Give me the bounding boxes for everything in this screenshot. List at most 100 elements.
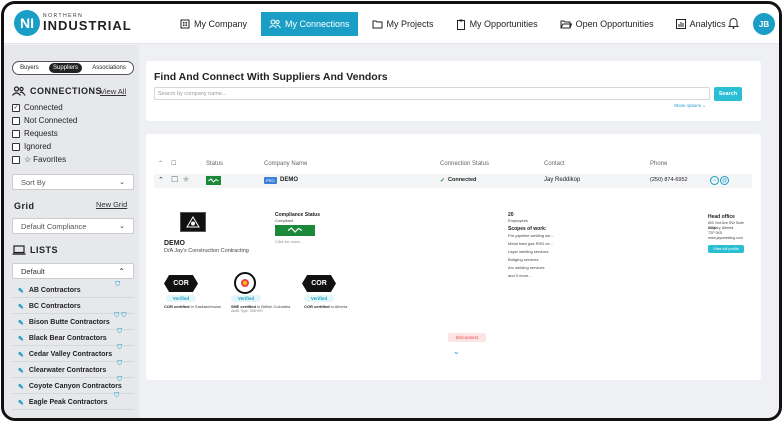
list-item[interactable]: ✎ Cedar Valley Contractors: [12, 348, 134, 362]
segment-suppliers[interactable]: Suppliers: [48, 63, 82, 73]
pencil-icon[interactable]: ✎: [18, 319, 24, 327]
star-icon[interactable]: ★: [182, 174, 190, 185]
row-checkbox[interactable]: ☐: [171, 175, 178, 184]
chart-icon: [675, 19, 686, 29]
shield-icon: ⛉: [114, 392, 120, 399]
checkbox[interactable]: [12, 142, 20, 151]
view-all-link[interactable]: View All: [100, 87, 126, 96]
list-item[interactable]: ✎ Black Bear Contractors: [12, 332, 134, 346]
header-phone[interactable]: Phone: [650, 161, 667, 167]
row-connection-status: Connected: [448, 177, 477, 183]
grid-select[interactable]: Default Compliance ⌄: [12, 218, 134, 234]
chevron-up-icon[interactable]: ⌃: [158, 176, 164, 184]
pro-badge: PRO: [264, 177, 277, 184]
click-more-link[interactable]: Click for more...: [275, 239, 303, 244]
shield-icon: ⛉ ⛉: [114, 312, 127, 319]
nav-label: Analytics: [689, 19, 726, 29]
chevron-down-icon: ⌄: [119, 179, 125, 186]
nav-my-company[interactable]: My Company: [172, 12, 255, 36]
pencil-icon[interactable]: ✎: [18, 335, 24, 343]
head-office-line: Calgary, Alberta: [708, 226, 734, 230]
logo[interactable]: NI NORTHERN INDUSTRIAL: [14, 10, 132, 36]
app-window: NI NORTHERN INDUSTRIAL My Company My Con…: [1, 1, 782, 421]
filter-connected[interactable]: ✓ Connected: [12, 103, 63, 112]
nav-label: Open Opportunities: [575, 19, 654, 29]
header-contact[interactable]: Contact: [544, 161, 565, 167]
laptop-icon: [12, 245, 26, 255]
nav-label: My Connections: [285, 19, 350, 29]
nav-label: My Projects: [386, 19, 434, 29]
scope-item: Bridging services: [508, 257, 539, 262]
new-grid-link[interactable]: New Grid: [96, 200, 127, 209]
page-title: Find And Connect With Suppliers And Vend…: [154, 71, 388, 83]
company-logo: [180, 212, 206, 232]
segment-associations[interactable]: Associations: [88, 63, 130, 73]
sidebar: Buyers Suppliers Associations CONNECTION…: [4, 45, 139, 418]
head-office-line: T2P 3K5: [708, 231, 722, 235]
chevron-up-icon: ⌃: [118, 266, 125, 276]
filter-not-connected[interactable]: Not Connected: [12, 116, 77, 125]
scope-item: Pre-pipeline welding ser...: [508, 233, 554, 238]
lists-select[interactable]: Default ⌃: [12, 263, 134, 279]
pencil-icon[interactable]: ✎: [18, 367, 24, 375]
nav-my-projects[interactable]: My Projects: [364, 12, 442, 36]
email-icon[interactable]: @: [720, 176, 729, 185]
row-contact[interactable]: Jay Reddikop: [544, 177, 580, 183]
cor-logo: COR: [164, 275, 198, 292]
folder-icon: [372, 20, 383, 29]
pencil-icon[interactable]: ✎: [18, 287, 24, 295]
segment-buyers[interactable]: Buyers: [16, 63, 43, 73]
scope-item: Layer welding services: [508, 249, 549, 254]
filter-ignored[interactable]: Ignored: [12, 142, 51, 151]
pencil-icon[interactable]: ✎: [18, 351, 24, 359]
head-office-website[interactable]: www.jayswelding.com: [708, 236, 743, 241]
filter-favorites[interactable]: ☆ Favorites: [12, 155, 66, 164]
compliance-handshake-icon[interactable]: [275, 225, 315, 236]
pencil-icon[interactable]: ✎: [18, 399, 24, 407]
nav-open-opportunities[interactable]: Open Opportunities: [552, 12, 662, 36]
folder-open-icon: [560, 20, 572, 29]
nav-my-connections[interactable]: My Connections: [261, 12, 358, 36]
she-logo: [234, 272, 256, 294]
remove-icon[interactable]: −: [710, 176, 719, 185]
header-connection-status[interactable]: Connection Status: [440, 161, 489, 167]
view-full-profile-button[interactable]: View full profile: [708, 245, 744, 253]
nav-label: My Company: [194, 19, 248, 29]
scope-more-link[interactable]: and 9 more...: [508, 273, 532, 278]
show-options-link[interactable]: Show options ⌄: [674, 103, 706, 109]
sort-up-icon[interactable]: ⌃: [158, 160, 163, 167]
shield-icon: ⛉: [117, 328, 123, 335]
nav-my-opportunities[interactable]: My Opportunities: [448, 12, 546, 36]
scope-item: Arc welding services: [508, 265, 545, 270]
bell-icon[interactable]: [728, 17, 739, 29]
avatar[interactable]: JB: [753, 13, 775, 35]
shield-icon: ⛉: [115, 281, 121, 288]
checkbox[interactable]: [12, 129, 20, 138]
top-nav: NI NORTHERN INDUSTRIAL My Company My Con…: [4, 4, 779, 44]
logo-mark: NI: [14, 10, 40, 36]
header-status[interactable]: Status: [206, 161, 223, 167]
list-item[interactable]: ✎ Clearwater Contractors: [12, 364, 134, 378]
row-company-name[interactable]: DEMO: [280, 177, 298, 183]
nav-analytics[interactable]: Analytics: [668, 12, 734, 36]
select-all-checkbox[interactable]: ☐: [171, 160, 176, 167]
pencil-icon[interactable]: ✎: [18, 303, 24, 311]
sort-by-select[interactable]: Sort By ⌄: [12, 174, 134, 190]
building-icon: [180, 19, 190, 29]
table-row[interactable]: ⌃ ☐ ★ PRO DEMO ✓ Connected Jay Reddikop …: [154, 174, 752, 188]
chevron-down-icon[interactable]: ⌄: [453, 347, 460, 357]
company-detail: DEMO D/A Jay's Construction Contracting …: [154, 192, 752, 372]
checkbox[interactable]: [12, 155, 20, 164]
pencil-icon[interactable]: ✎: [18, 383, 24, 391]
header-company[interactable]: Company Name: [264, 161, 307, 167]
filter-requests[interactable]: Requests: [12, 129, 58, 138]
search-input[interactable]: Search by company name...: [154, 87, 710, 100]
employees-label: Employees: [508, 218, 528, 223]
grid-heading: Grid: [14, 201, 35, 211]
search-button[interactable]: Search: [714, 87, 742, 101]
disconnect-button[interactable]: Disconnect: [448, 333, 486, 342]
checkbox-checked[interactable]: ✓: [12, 103, 20, 112]
checkbox[interactable]: [12, 116, 20, 125]
nav-items: My Company My Connections My Projects My…: [172, 12, 740, 36]
clipboard-icon: [456, 19, 465, 30]
